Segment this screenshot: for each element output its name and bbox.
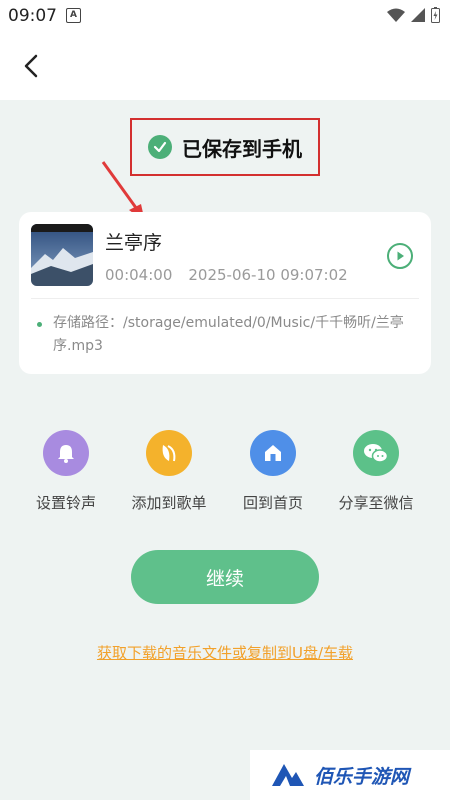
signal-icon bbox=[411, 8, 425, 22]
status-time: 09:07 bbox=[8, 6, 57, 26]
watermark: 佰乐手游网 bbox=[250, 750, 450, 800]
song-datetime: 2025-06-10 09:07:02 bbox=[188, 266, 348, 284]
get-downloaded-files-link[interactable]: 获取下载的音乐文件或复制到U盘/车载 bbox=[0, 642, 450, 663]
set-ringtone-label: 设置铃声 bbox=[35, 494, 96, 512]
back-to-home-label: 回到首页 bbox=[242, 494, 303, 512]
status-icons bbox=[387, 7, 440, 23]
home-icon bbox=[250, 430, 296, 476]
battery-icon bbox=[431, 7, 440, 23]
back-arrow-icon[interactable] bbox=[18, 50, 46, 82]
card-divider bbox=[31, 298, 419, 299]
watermark-text: 佰乐手游网 bbox=[314, 765, 410, 788]
album-cover-thumbnail bbox=[31, 224, 93, 286]
song-duration: 00:04:00 bbox=[105, 266, 173, 284]
storage-path: 存储路径：/storage/emulated/0/Music/千千畅听/兰亭序.… bbox=[53, 312, 423, 358]
wifi-icon bbox=[387, 8, 405, 22]
add-to-playlist-label: 添加到歌单 bbox=[131, 494, 207, 512]
check-circle-icon bbox=[148, 135, 172, 159]
share-to-wechat-button[interactable]: 分享至微信 bbox=[321, 430, 431, 513]
bullet-dot bbox=[37, 322, 42, 327]
notification-a-icon: A bbox=[66, 8, 81, 23]
bell-icon bbox=[43, 430, 89, 476]
add-to-playlist-button[interactable]: 添加到歌单 bbox=[114, 430, 224, 513]
saved-text: 已保存到手机 bbox=[182, 136, 302, 161]
song-meta: 00:04:00 2025-06-10 09:07:02 bbox=[105, 266, 348, 284]
saved-to-phone-banner: 已保存到手机 bbox=[130, 118, 320, 176]
watermark-logo-icon bbox=[272, 764, 304, 786]
set-ringtone-button[interactable]: 设置铃声 bbox=[11, 430, 121, 513]
share-to-wechat-label: 分享至微信 bbox=[338, 494, 414, 512]
back-to-home-button[interactable]: 回到首页 bbox=[218, 430, 328, 513]
continue-button[interactable]: 继续 bbox=[131, 550, 319, 604]
song-card: 兰亭序 00:04:00 2025-06-10 09:07:02 存储路径：/st… bbox=[19, 212, 431, 374]
status-bar: 09:07 A bbox=[0, 0, 450, 32]
wechat-icon bbox=[353, 430, 399, 476]
play-icon[interactable] bbox=[387, 243, 413, 269]
playlist-icon bbox=[146, 430, 192, 476]
app-bar bbox=[0, 32, 450, 100]
storage-path-label: 存储路径： bbox=[53, 315, 123, 331]
song-title: 兰亭序 bbox=[105, 232, 163, 254]
